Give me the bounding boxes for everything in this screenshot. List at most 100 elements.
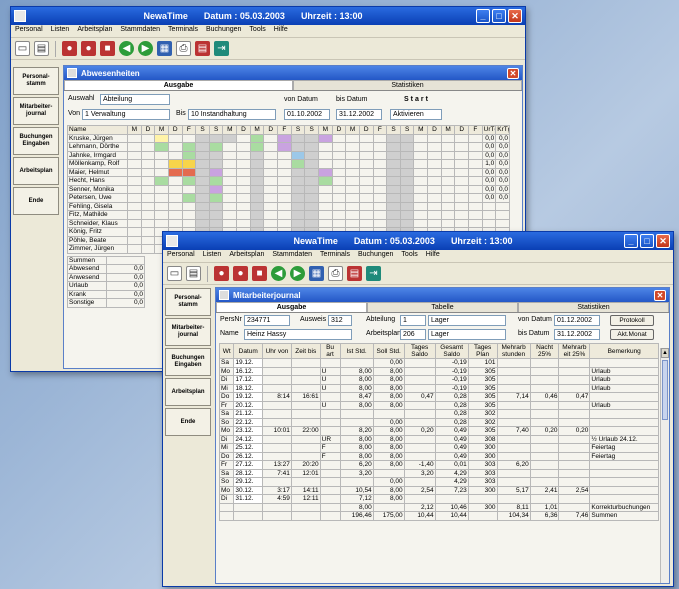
day-cell[interactable] <box>317 184 333 194</box>
day-cell[interactable] <box>331 184 347 194</box>
menu-personal[interactable]: Personal <box>15 26 43 36</box>
table-row[interactable]: Mo 30.12. 3:17 14:11 10,54 8,00 2,54 7,23 300 5,1… <box>218 485 659 495</box>
day-cell[interactable] <box>181 133 197 143</box>
day-cell[interactable] <box>249 184 265 194</box>
day-cell[interactable] <box>249 150 265 160</box>
tab-statistiken[interactable]: Statistiken <box>518 302 669 312</box>
day-cell[interactable] <box>440 193 456 203</box>
day-cell[interactable] <box>386 210 401 220</box>
bis-datum-field[interactable]: 31.12.2002 <box>554 329 600 340</box>
maximize-button[interactable]: □ <box>492 9 506 23</box>
table-row[interactable]: Fitz, Mathilde <box>67 210 510 220</box>
day-cell[interactable] <box>358 142 374 152</box>
day-cell[interactable] <box>222 201 238 211</box>
day-cell[interactable] <box>154 150 169 160</box>
day-cell[interactable] <box>154 142 169 152</box>
day-cell[interactable] <box>304 142 319 152</box>
day-cell[interactable] <box>358 133 374 143</box>
menu-arbeitsplan[interactable]: Arbeitsplan <box>77 26 112 36</box>
table-row[interactable]: Sa 19.12. 0,00 -0,19 101 <box>218 358 659 368</box>
day-cell[interactable] <box>263 218 279 228</box>
day-cell[interactable] <box>345 142 360 152</box>
day-cell[interactable] <box>140 176 156 186</box>
day-cell[interactable] <box>468 176 483 186</box>
day-cell[interactable] <box>413 218 429 228</box>
day-cell[interactable] <box>127 133 142 143</box>
day-cell[interactable] <box>277 142 292 152</box>
back-arrow-icon[interactable]: ◀ <box>119 41 134 56</box>
day-cell[interactable] <box>345 167 360 177</box>
table-row[interactable]: 8,00 2,12 10,46 300 8,11 1,01 Korrekturbuchung… <box>218 502 659 512</box>
day-cell[interactable] <box>181 142 197 152</box>
akt-monat-button[interactable]: Akt.Monat <box>610 329 654 340</box>
day-cell[interactable] <box>195 167 210 177</box>
day-cell[interactable] <box>127 235 142 245</box>
day-cell[interactable] <box>127 176 142 186</box>
day-cell[interactable] <box>386 176 401 186</box>
exit-icon[interactable]: ⇥ <box>366 266 381 281</box>
minimize-button[interactable]: _ <box>476 9 490 23</box>
day-cell[interactable] <box>140 133 156 143</box>
abteilung-field[interactable]: 1 <box>400 315 426 326</box>
day-cell[interactable] <box>236 193 251 203</box>
day-cell[interactable] <box>263 159 279 169</box>
day-cell[interactable] <box>140 218 156 228</box>
day-cell[interactable] <box>427 150 442 160</box>
day-cell[interactable] <box>454 210 470 220</box>
tool-terminal-icon[interactable]: ■ <box>100 41 115 56</box>
sidebar-item-mitarbeiterjournal[interactable]: Mitarbeiter-journal <box>165 318 211 346</box>
day-cell[interactable] <box>317 142 333 152</box>
day-cell[interactable] <box>468 133 483 143</box>
day-cell[interactable] <box>181 167 197 177</box>
day-cell[interactable] <box>167 184 183 194</box>
day-cell[interactable] <box>372 167 388 177</box>
day-cell[interactable] <box>358 218 374 228</box>
day-cell[interactable] <box>195 218 210 228</box>
day-cell[interactable] <box>222 159 238 169</box>
day-cell[interactable] <box>208 210 224 220</box>
day-cell[interactable] <box>358 159 374 169</box>
menu-buchungen[interactable]: Buchungen <box>206 26 241 36</box>
day-cell[interactable] <box>277 159 292 169</box>
von-select[interactable]: 1 Verwaltung <box>82 109 170 120</box>
day-cell[interactable] <box>304 201 319 211</box>
day-cell[interactable] <box>208 142 224 152</box>
tab-ausgabe[interactable]: Ausgabe <box>216 302 367 312</box>
day-cell[interactable] <box>317 176 333 186</box>
column-header[interactable]: Gesamt Saldo <box>434 343 469 359</box>
table-row[interactable]: 196,46 175,00 10,44 10,44 104,34 6,36 7,46 Summ… <box>218 511 659 521</box>
day-cell[interactable] <box>127 193 142 203</box>
von-datum-field[interactable]: 01.10.2002 <box>284 109 330 120</box>
day-cell[interactable] <box>358 184 374 194</box>
tool-group-icon[interactable]: ● <box>233 266 248 281</box>
day-cell[interactable] <box>358 193 374 203</box>
day-cell[interactable] <box>399 201 415 211</box>
menu-listen[interactable]: Listen <box>203 251 222 261</box>
day-cell[interactable] <box>195 176 210 186</box>
day-cell[interactable] <box>154 133 169 143</box>
day-cell[interactable] <box>236 184 251 194</box>
day-cell[interactable] <box>399 176 415 186</box>
day-cell[interactable] <box>167 210 183 220</box>
day-cell[interactable] <box>277 133 292 143</box>
day-cell[interactable] <box>386 133 401 143</box>
day-cell[interactable] <box>222 210 238 220</box>
day-cell[interactable] <box>440 133 456 143</box>
day-cell[interactable] <box>454 176 470 186</box>
day-cell[interactable] <box>386 193 401 203</box>
day-cell[interactable] <box>386 142 401 152</box>
day-cell[interactable] <box>399 133 415 143</box>
day-cell[interactable] <box>331 193 347 203</box>
day-cell[interactable] <box>427 167 442 177</box>
day-cell[interactable] <box>263 210 279 220</box>
day-cell[interactable] <box>277 218 292 228</box>
day-cell[interactable] <box>208 150 224 160</box>
start-select[interactable]: Aktivieren <box>390 109 442 120</box>
menu-terminals[interactable]: Terminals <box>320 251 350 261</box>
day-cell[interactable] <box>195 201 210 211</box>
table-row[interactable]: So 22.12. 0,00 0,28 302 <box>218 417 659 427</box>
day-cell[interactable] <box>236 201 251 211</box>
menu-stammdaten[interactable]: Stammdaten <box>120 26 160 36</box>
day-cell[interactable] <box>345 133 360 143</box>
day-cell[interactable] <box>468 159 483 169</box>
